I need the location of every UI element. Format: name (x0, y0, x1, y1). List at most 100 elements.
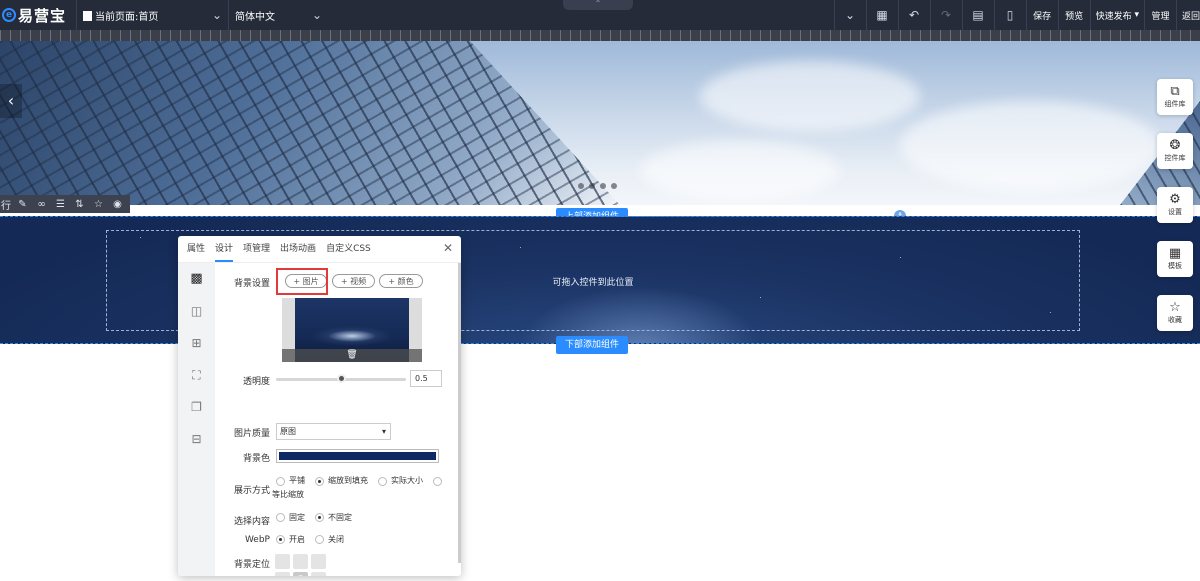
bg-color-picker[interactable] (276, 449, 439, 463)
panel-scrollbar[interactable] (458, 263, 461, 563)
add-below-button[interactable]: 下部添加组件 (556, 336, 628, 354)
language-selector-label: 简体中文 (235, 11, 275, 23)
bg-settings-label: 背景设置 (233, 279, 270, 289)
chevron-down-icon: ⌄ (211, 8, 222, 22)
tab-properties[interactable]: 属性 (182, 236, 210, 262)
display-mode-label: 展示方式 (233, 486, 270, 496)
panel-body: 背景设置 + 图片 + 视频 + 颜色 🗑 透明度 0.5 图片质量 原图 ▾ … (215, 263, 458, 576)
favorites-button[interactable]: ☆ 收藏 (1157, 295, 1193, 331)
shadow-icon[interactable]: ❐ (178, 391, 215, 423)
cloud (900, 101, 1160, 191)
webp-options: 开启 关闭 (272, 534, 350, 545)
puzzle-icon: ❂ (1169, 138, 1181, 153)
radio-fixed[interactable] (276, 513, 285, 522)
collapse-handle[interactable]: ⌃ (563, 0, 633, 10)
undo-icon: ↶ (909, 8, 920, 22)
desktop-view-button[interactable]: ▤ (961, 0, 994, 30)
radio-fill[interactable] (315, 476, 324, 486)
radio-webp-on[interactable] (276, 535, 285, 544)
cloud (640, 141, 840, 201)
manage-button[interactable]: 管理 (1143, 0, 1176, 30)
position-cell[interactable] (311, 554, 326, 569)
image-quality-label: 图片质量 (233, 429, 270, 439)
collapse-button[interactable]: ⌄ (833, 0, 866, 30)
radio-proportional[interactable] (433, 476, 442, 486)
building-left (0, 41, 620, 205)
position-cell[interactable] (275, 572, 290, 576)
control-library-label: 控件库 (1164, 154, 1186, 162)
page-selector[interactable]: 当前页面:首页 ⌄ (76, 0, 228, 30)
star-icon: ☆ (1169, 300, 1181, 315)
tab-design[interactable]: 设计 (210, 236, 238, 262)
component-library-button[interactable]: ⧉ 组件库 (1157, 79, 1193, 115)
save-button[interactable]: 保存 (1025, 0, 1058, 30)
trash-icon[interactable]: 🗑 (346, 350, 357, 360)
back-button[interactable]: 返回 (1175, 0, 1200, 30)
radio-tile-label: 平铺 (289, 476, 305, 485)
radio-not-fixed[interactable] (315, 513, 324, 522)
bg-color-label: 背景色 (242, 454, 270, 464)
eye-icon[interactable]: ◉ (108, 199, 127, 210)
row-label: 行 (1, 200, 11, 212)
publish-button[interactable]: 快速发布 ▾ (1089, 0, 1144, 30)
star-icon[interactable]: ☆ (89, 199, 108, 210)
grid-icon[interactable]: ⊞ (178, 327, 215, 359)
banner-pagination (578, 183, 617, 189)
link-icon[interactable]: ∞ (32, 199, 51, 210)
tab-custom-css[interactable]: 自定义CSS (321, 236, 376, 262)
pagination-dot[interactable] (578, 183, 584, 189)
add-color-button[interactable]: + 颜色 (379, 274, 423, 288)
tab-animation[interactable]: 出场动画 (275, 236, 321, 262)
background-icon[interactable]: ▩ (178, 263, 215, 295)
position-cell[interactable] (275, 554, 290, 569)
ruler (0, 30, 1200, 41)
template-label: 模板 (1168, 262, 1182, 270)
template-button[interactable]: ▦ 模板 (1157, 241, 1193, 277)
cloud (700, 61, 920, 131)
layout-icon[interactable]: ◫ (178, 295, 215, 327)
language-selector[interactable]: 简体中文 ⌄ (228, 0, 328, 30)
settings-label: 设置 (1168, 208, 1182, 216)
banner-image: ‹ (0, 41, 1200, 205)
chevron-left-icon: ‹ (7, 91, 15, 110)
radio-fixed-label: 固定 (289, 513, 305, 522)
monitor-icon: ▤ (972, 8, 984, 22)
opacity-slider-handle[interactable] (337, 374, 346, 383)
radio-tile[interactable] (276, 476, 285, 486)
radio-webp-off[interactable] (315, 535, 324, 544)
redo-button[interactable]: ↷ (929, 0, 962, 30)
pagination-dot[interactable] (611, 183, 617, 189)
position-cell[interactable] (293, 554, 308, 569)
radio-actual-size[interactable] (378, 476, 387, 486)
chevron-up-icon: ⌃ (594, 0, 602, 8)
settings-button[interactable]: ⚙ 设置 (1157, 187, 1193, 223)
favorites-label: 收藏 (1168, 316, 1182, 324)
edit-icon[interactable]: ✎ (13, 199, 32, 210)
mobile-view-button[interactable]: ▯ (993, 0, 1026, 30)
logo-text: 易营宝 (18, 6, 67, 25)
table-icon[interactable]: ⊟ (178, 423, 215, 455)
position-cell[interactable] (311, 572, 326, 576)
add-video-button[interactable]: + 视频 (332, 274, 375, 288)
template-icon: ▦ (1168, 246, 1182, 261)
align-button[interactable]: ▦ (865, 0, 898, 30)
banner-prev-button[interactable]: ‹ (0, 84, 22, 118)
undo-button[interactable]: ↶ (897, 0, 930, 30)
control-library-button[interactable]: ❂ 控件库 (1157, 133, 1193, 169)
radio-not-fixed-label: 不固定 (328, 513, 352, 522)
bg-position-label: 背景定位 (233, 560, 270, 570)
chevron-down-icon: ⌄ (845, 8, 856, 22)
tab-item-management[interactable]: 项管理 (238, 236, 275, 262)
logo: e 易营宝 (0, 0, 76, 30)
opacity-input[interactable]: 0.5 (410, 370, 442, 387)
sort-icon[interactable]: ⇅ (70, 199, 89, 210)
layers-icon[interactable]: ☰ (51, 199, 70, 210)
page-icon (83, 10, 92, 21)
close-icon[interactable]: ✕ (443, 241, 453, 255)
pagination-dot[interactable] (589, 183, 595, 189)
position-cell-center[interactable]: ◎ (293, 572, 308, 576)
preview-button[interactable]: 预览 (1057, 0, 1090, 30)
image-quality-select[interactable]: 原图 ▾ (276, 423, 391, 440)
pagination-dot[interactable] (600, 183, 606, 189)
fullscreen-icon[interactable]: ⛶ (178, 359, 215, 391)
